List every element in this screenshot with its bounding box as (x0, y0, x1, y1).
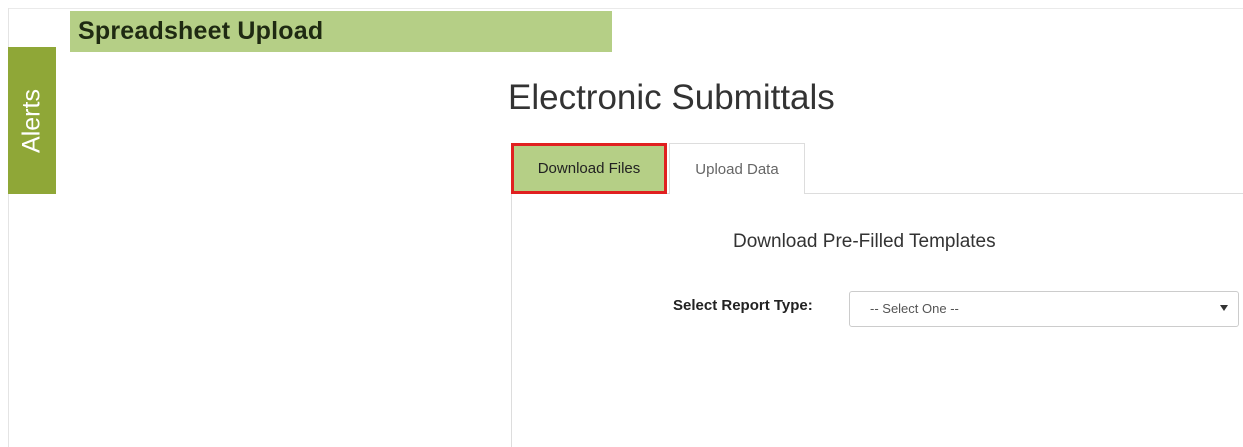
tab-upload-data[interactable]: Upload Data (669, 143, 805, 194)
tab-download-files-label: Download Files (537, 160, 641, 177)
alerts-tab[interactable]: Alerts (8, 47, 56, 194)
header-bar: Spreadsheet Upload (70, 11, 612, 52)
page-title: Electronic Submittals (508, 78, 835, 117)
chevron-down-icon (1220, 305, 1228, 311)
tab-upload-data-label: Upload Data (695, 160, 779, 178)
page: Spreadsheet Upload Alerts Electronic Sub… (0, 0, 1243, 447)
alerts-tab-label: Alerts (17, 88, 46, 153)
header-title: Spreadsheet Upload (78, 17, 324, 45)
report-type-select[interactable]: -- Select One -- (849, 291, 1239, 327)
tab-download-files[interactable]: Download Files (511, 143, 667, 194)
report-type-label: Select Report Type: (673, 297, 813, 314)
section-heading: Download Pre-Filled Templates (733, 231, 996, 252)
top-divider (8, 8, 1243, 9)
report-type-selected-value: -- Select One -- (870, 301, 959, 316)
